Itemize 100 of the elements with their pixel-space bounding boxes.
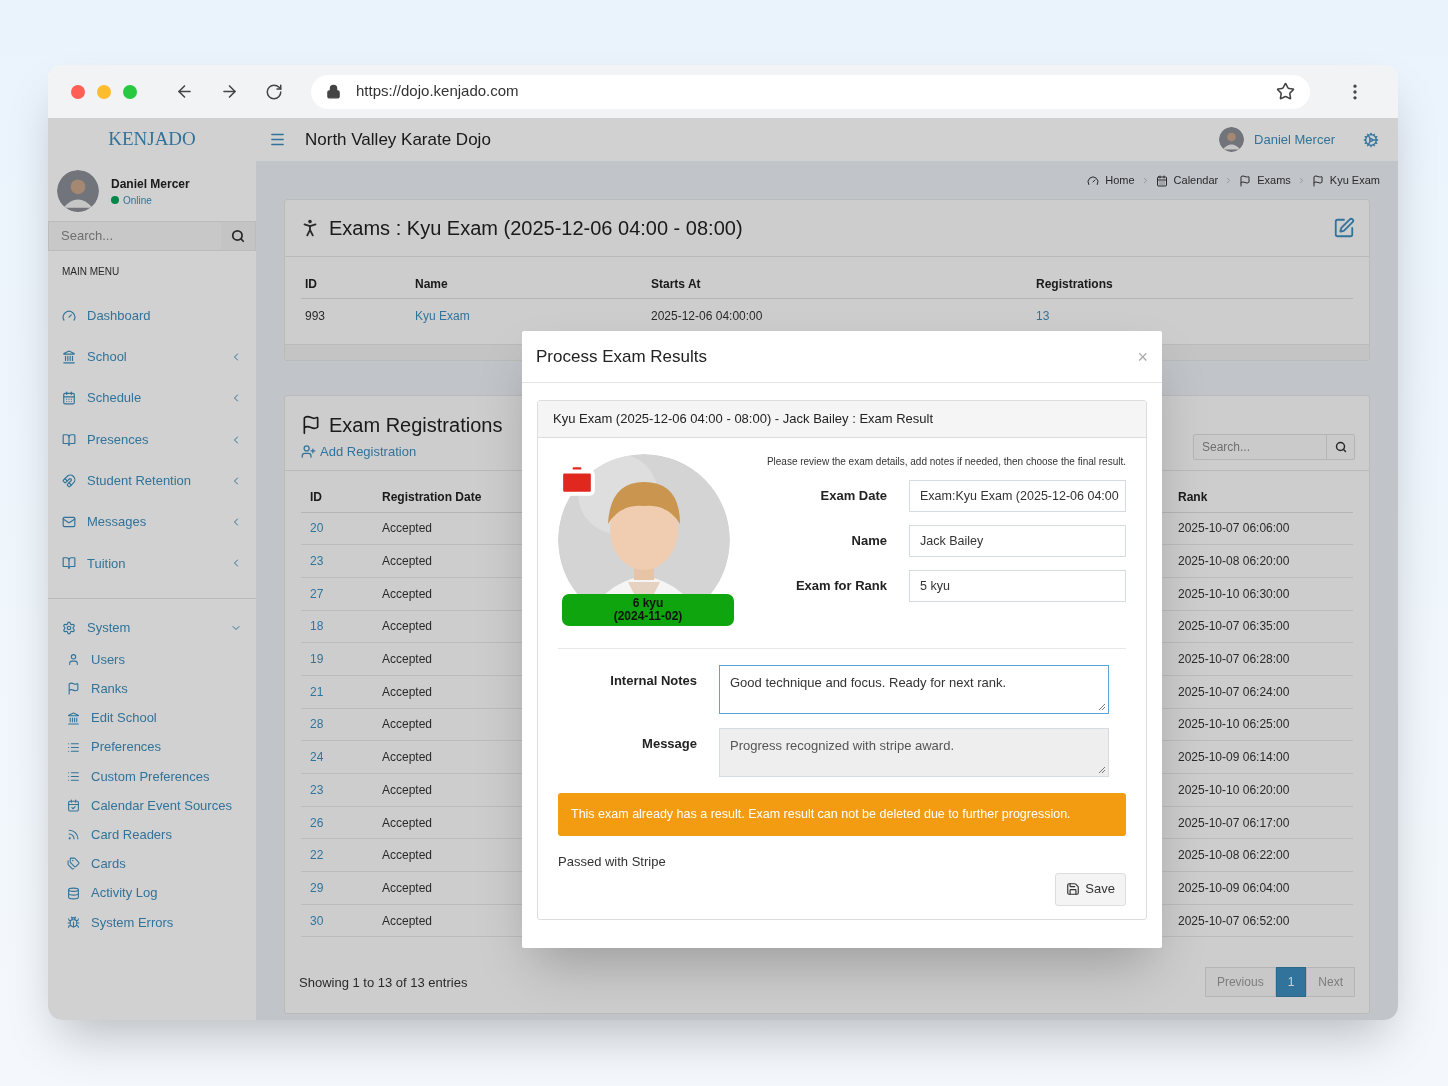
table-cell-text: Accepted (381, 814, 434, 832)
search-field[interactable]: Search... (48, 221, 256, 251)
menu-icon (67, 915, 80, 929)
registration-link[interactable]: 29 (301, 878, 333, 897)
table-cell-text: Accepted (381, 520, 434, 538)
menu-item[interactable]: Tuition (48, 542, 256, 585)
forward-icon[interactable] (220, 82, 239, 101)
notes-field[interactable]: Good technique and focus. Ready for next rank. (719, 665, 1109, 714)
breadcrumb-link[interactable]: Kyu Exam (1311, 172, 1380, 189)
user-name: Daniel Mercer (111, 175, 190, 193)
page-button[interactable]: 1 (1275, 967, 1307, 998)
brand-logo[interactable]: KENJADO (48, 125, 256, 154)
search-field[interactable]: Search... (1193, 433, 1355, 460)
submenu-item[interactable]: Activity Log (48, 878, 256, 908)
menu-item[interactable]: System (48, 618, 256, 639)
table-cell-text: 2025-10-10 06:25:00 (1177, 716, 1291, 734)
table-cell-text: 2025-10-10 06:30:00 (1177, 585, 1291, 603)
back-icon[interactable] (175, 82, 194, 101)
registration-link[interactable]: 30 (301, 911, 333, 930)
menu-icon[interactable] (269, 131, 286, 148)
lock-icon (326, 84, 341, 99)
submenu-item[interactable]: Users (48, 645, 256, 675)
registration-link[interactable]: 20 (301, 519, 333, 538)
result-text: Passed with Stripe (558, 853, 667, 871)
menu-icon (67, 828, 80, 842)
address-bar[interactable]: https://dojo.kenjado.com (311, 74, 1310, 109)
column-header: Rank (1177, 488, 1209, 506)
table-cell-text: 2025-10-07 06:17:00 (1177, 814, 1291, 832)
edit-icon[interactable] (1333, 217, 1355, 239)
warning-alert: This exam already has a result. Exam result can not be deleted due to further progression. (558, 793, 1126, 836)
menu-item[interactable]: School (48, 336, 256, 378)
breadcrumb-link[interactable]: Home (1087, 172, 1135, 189)
column-header: Registration Date (381, 488, 483, 506)
breadcrumb-icon (1087, 174, 1100, 187)
registration-link[interactable]: 26 (301, 813, 333, 832)
registration-link[interactable]: 18 (301, 617, 333, 636)
input-field[interactable]: Jack Bailey (909, 525, 1126, 557)
breadcrumb-icon (1239, 174, 1252, 187)
table-cell-text: Accepted (381, 618, 434, 636)
panel-title: Exam Registrations (329, 413, 503, 438)
save-icon (1066, 882, 1081, 896)
entries-info: Showing 1 to 13 of 13 entries (299, 973, 468, 992)
menu-icon (67, 740, 80, 754)
resize-grip-icon (1098, 703, 1106, 711)
registration-link[interactable]: 27 (301, 584, 333, 603)
breadcrumb-icon (1311, 174, 1324, 187)
registration-link[interactable]: 23 (301, 552, 333, 571)
table-cell-text: 2025-10-07 06:06:00 (1177, 520, 1291, 538)
registration-link[interactable]: 24 (301, 748, 333, 767)
save-button[interactable]: Save (1055, 872, 1126, 906)
table-cell-text: Accepted (381, 716, 434, 734)
rank-badge: 6 kyu (2024-11-02) (562, 594, 734, 626)
submenu-item[interactable]: Ranks (48, 674, 256, 704)
input-field[interactable]: Exam:Kyu Exam (2025-12-06 04:00 (909, 480, 1126, 512)
table-cell-text: 993 (304, 307, 327, 325)
table-cell-text: Accepted (381, 585, 434, 603)
menu-item[interactable]: Student Retention (48, 460, 256, 502)
submenu-item[interactable]: System Errors (48, 907, 256, 937)
menu-item[interactable]: Schedule (48, 377, 256, 419)
table-cell-text: Accepted (381, 553, 434, 571)
input-field[interactable]: 5 kyu (909, 570, 1126, 602)
menu-header: MAIN MENU (61, 265, 121, 279)
column-header: Registrations (1035, 275, 1114, 293)
instructions: Please review the exam details, add notes if needed, then choose the final result. (766, 455, 1126, 469)
settings-icon[interactable] (1363, 131, 1379, 148)
registration-link[interactable]: 23 (301, 780, 333, 799)
column-header: ID (304, 275, 318, 293)
menu-icon (67, 682, 80, 696)
avatar (57, 170, 99, 212)
registration-link[interactable]: 28 (301, 715, 333, 734)
dojo-title: North Valley Karate Dojo (305, 128, 492, 151)
registration-link[interactable]: 21 (301, 682, 333, 701)
submenu-item[interactable]: Card Readers (48, 820, 256, 850)
reload-icon[interactable] (265, 82, 283, 101)
registrations-link[interactable]: 13 (1032, 306, 1353, 325)
star-icon[interactable] (1276, 82, 1295, 101)
menu-item[interactable]: Presences (48, 418, 256, 461)
field-label: Message (641, 735, 697, 753)
menu-icon (62, 349, 76, 364)
table-cell-text: 2025-12-06 04:00:00 (650, 307, 764, 325)
exam-link[interactable]: Kyu Exam (411, 306, 647, 325)
menu-item[interactable]: Messages (48, 501, 256, 543)
table-cell-text: Accepted (381, 879, 434, 897)
breadcrumb-link[interactable]: Calendar (1155, 172, 1219, 189)
registration-link[interactable]: 19 (301, 650, 333, 669)
registration-link[interactable]: 22 (301, 846, 333, 865)
table-cell-text: 2025-10-10 06:20:00 (1177, 781, 1291, 799)
submenu-item[interactable]: Preferences (48, 732, 256, 762)
table-cell-text: Accepted (381, 781, 434, 799)
user-name[interactable]: Daniel Mercer (1254, 129, 1335, 150)
menu-item[interactable]: Dashboard (48, 295, 256, 337)
submenu-item[interactable]: Calendar Event Sources (48, 791, 256, 821)
breadcrumb-link[interactable]: Exams (1239, 172, 1291, 189)
submenu-item[interactable]: Custom Preferences (48, 761, 256, 791)
table-cell-text: Accepted (381, 749, 434, 767)
search-icon (231, 229, 245, 243)
close-button[interactable]: × (1137, 347, 1148, 366)
submenu-item[interactable]: Cards (48, 849, 256, 879)
submenu-item[interactable]: Edit School (48, 703, 256, 733)
add-registration-link[interactable]: Add Registration (301, 442, 503, 462)
